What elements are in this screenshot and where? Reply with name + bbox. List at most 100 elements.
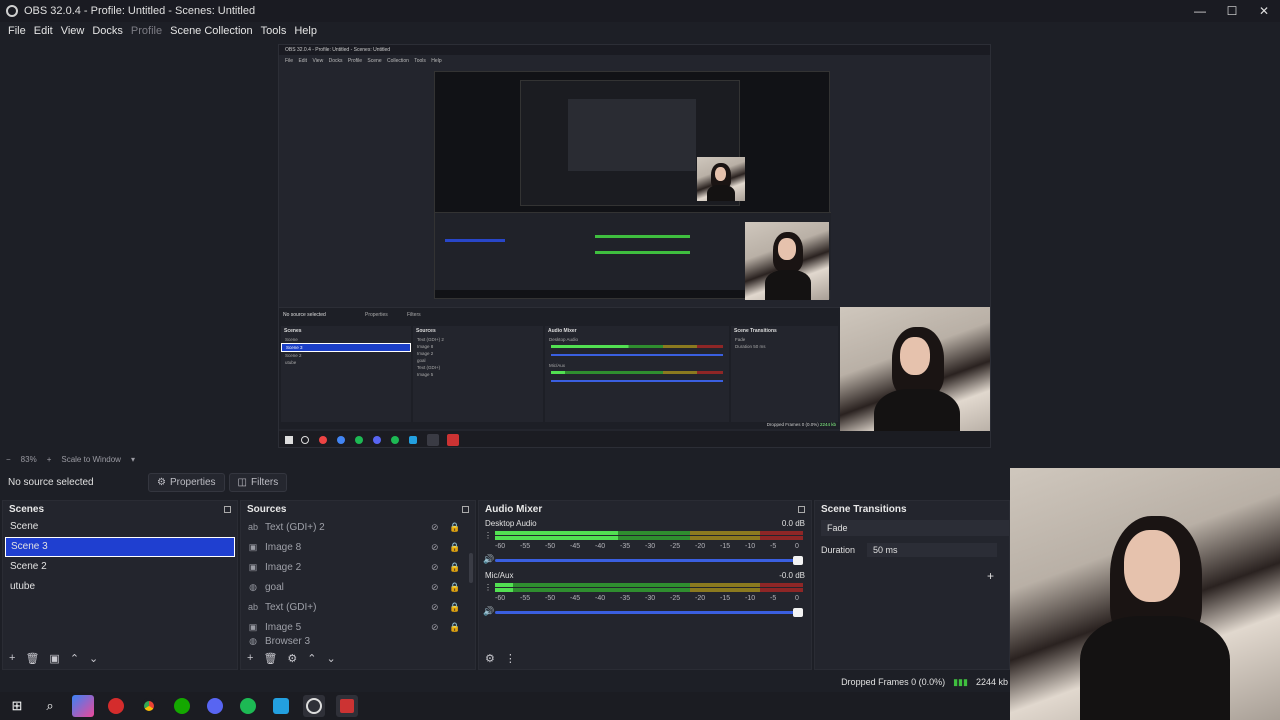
visibility-hidden-icon[interactable]: ⊘ [431, 602, 439, 613]
move-down-icon[interactable]: ⌄ [89, 652, 98, 665]
meter-tick-label: -55 [520, 595, 531, 602]
source-item[interactable]: ▣ Image 8 ⊘ 🔒 [241, 537, 475, 557]
remove-source-icon[interactable]: 🗑 [263, 652, 277, 665]
move-down-icon[interactable]: ⌄ [327, 652, 336, 665]
move-up-icon[interactable]: ⌃ [307, 652, 316, 665]
volume-fader[interactable] [495, 608, 803, 617]
menu-scene-collection[interactable]: Scene Collection [166, 22, 257, 40]
source-item[interactable]: ◍ goal ⊘ 🔒 [241, 577, 475, 597]
source-item[interactable]: ab Text (GDI+) ⊘ 🔒 [241, 597, 475, 617]
globe-icon: ◍ [249, 581, 257, 592]
visibility-hidden-icon[interactable]: ⊘ [431, 542, 439, 553]
volume-fader[interactable] [495, 556, 803, 565]
sources-scrollbar[interactable] [469, 553, 473, 583]
duration-input[interactable]: 50 ms [867, 543, 997, 557]
webcam-overlay [1010, 468, 1280, 720]
add-source-icon[interactable]: + [247, 652, 253, 664]
add-scene-icon[interactable]: + [9, 652, 15, 664]
meter-level [495, 536, 619, 540]
copilot-icon[interactable] [72, 695, 94, 717]
lock-icon[interactable]: 🔒 [449, 582, 460, 593]
volume-meter [495, 588, 803, 592]
meter-tick-label: -45 [570, 595, 581, 602]
lock-icon[interactable]: 🔒 [449, 542, 460, 553]
source-properties-icon[interactable]: ⚙ [287, 652, 297, 665]
lock-icon[interactable]: 🔒 [449, 622, 460, 633]
properties-button[interactable]: ⚙ Properties [148, 472, 225, 492]
discord-icon[interactable] [204, 695, 226, 717]
scene-item[interactable]: Scene 2 [3, 557, 237, 577]
scene-transitions-dock: Scene Transitions Fade Duration 50 ms + [814, 500, 1010, 670]
filters-button[interactable]: ◫ Filters [228, 472, 288, 492]
scene-item[interactable]: utube [3, 577, 237, 597]
visibility-hidden-icon[interactable]: ⊘ [431, 622, 439, 633]
advanced-audio-icon[interactable]: ⚙ [485, 652, 495, 665]
fader-knob[interactable] [793, 608, 803, 617]
app-red-square-icon[interactable] [336, 695, 358, 717]
source-item[interactable]: ab Text (GDI+) 2 ⊘ 🔒 [241, 517, 475, 537]
meter-tick-label: -20 [695, 595, 706, 602]
speaker-icon[interactable]: 🔊 [483, 606, 494, 617]
add-transition-icon[interactable]: + [987, 569, 994, 583]
scene-item[interactable]: Scene [3, 517, 237, 537]
visibility-hidden-icon[interactable]: ⊘ [431, 582, 439, 593]
lock-icon[interactable]: 🔒 [449, 562, 460, 573]
search-icon[interactable]: ⌕ [39, 695, 61, 717]
fader-knob[interactable] [793, 556, 803, 565]
scale-mode-dropdown-icon[interactable]: ▾ [131, 455, 135, 464]
volume-meter [495, 536, 803, 540]
undock-icon[interactable] [798, 505, 805, 513]
source-item[interactable]: ▣ Image 5 ⊘ 🔒 [241, 617, 475, 637]
upwork-icon[interactable] [171, 695, 193, 717]
channel-menu-icon[interactable]: ⋮ [484, 531, 492, 540]
visibility-hidden-icon[interactable]: ⊘ [431, 562, 439, 573]
obs-icon[interactable] [303, 695, 325, 717]
preview-area[interactable]: OBS 32.0.4 - Profile: Untitled - Scenes:… [0, 40, 1280, 452]
meter-level [495, 583, 514, 587]
undock-icon[interactable] [224, 505, 231, 513]
speaker-icon[interactable]: 🔊 [483, 554, 494, 565]
zoom-out-button[interactable]: − [6, 455, 11, 464]
meter-tick-label: -25 [670, 543, 681, 550]
preview-canvas[interactable]: OBS 32.0.4 - Profile: Untitled - Scenes:… [278, 44, 991, 448]
menu-profile[interactable]: Profile [127, 22, 166, 40]
vscode-icon[interactable] [270, 695, 292, 717]
scale-mode-label[interactable]: Scale to Window [61, 455, 121, 464]
spotify-icon[interactable] [237, 695, 259, 717]
transition-type-select[interactable]: Fade [821, 520, 1009, 536]
close-button[interactable]: ✕ [1248, 0, 1280, 22]
menu-tools[interactable]: Tools [257, 22, 291, 40]
app-red-icon[interactable] [105, 695, 127, 717]
menu-help[interactable]: Help [290, 22, 321, 40]
menu-file[interactable]: File [4, 22, 30, 40]
windows-icon[interactable]: ⊞ [6, 695, 28, 717]
source-item[interactable]: ◍ Browser 3 [241, 637, 475, 645]
scene-filters-icon[interactable]: ▣ [49, 652, 59, 665]
obs-logo-icon [6, 5, 18, 17]
scene-item-selected[interactable]: Scene 3 [5, 537, 235, 557]
lock-icon[interactable]: 🔒 [449, 522, 460, 533]
maximize-button[interactable]: ☐ [1216, 0, 1248, 22]
mini-source-item: Text (GDI+) [417, 365, 441, 370]
menu-edit[interactable]: Edit [30, 22, 57, 40]
mini-transitions-title: Scene Transitions [734, 328, 777, 334]
zoom-level: 83% [20, 454, 37, 464]
menu-docks[interactable]: Docks [88, 22, 127, 40]
chrome-icon[interactable] [138, 695, 160, 717]
meter-tick-label: -50 [545, 595, 556, 602]
undock-icon[interactable] [462, 505, 469, 513]
mixer-menu-icon[interactable]: ⋮ [505, 652, 516, 665]
remove-scene-icon[interactable]: 🗑 [25, 652, 39, 665]
source-item[interactable]: ▣ Image 2 ⊘ 🔒 [241, 557, 475, 577]
mini-transitions-dock: Scene Transitions Fade Duration 50 ms [731, 326, 838, 422]
minimize-button[interactable]: — [1184, 0, 1216, 22]
move-up-icon[interactable]: ⌃ [70, 652, 79, 665]
channel-menu-icon[interactable]: ⋮ [484, 583, 492, 592]
meter-level [495, 531, 619, 535]
visibility-hidden-icon[interactable]: ⊘ [431, 522, 439, 533]
lock-icon[interactable]: 🔒 [449, 602, 460, 613]
channel-header: Mic/Aux -0.0 dB [485, 569, 805, 580]
zoom-in-button[interactable]: + [47, 455, 52, 464]
meter-tick-label: -60 [495, 595, 506, 602]
menu-view[interactable]: View [57, 22, 89, 40]
